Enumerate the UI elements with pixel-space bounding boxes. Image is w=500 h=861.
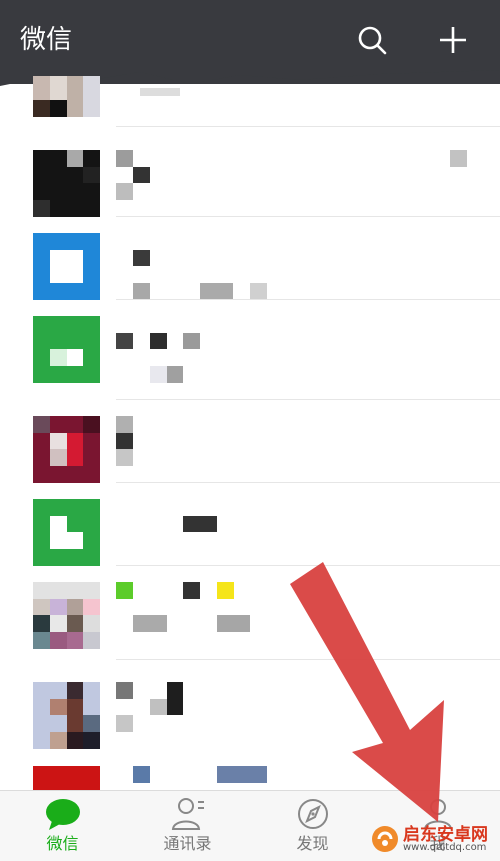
list-item-name	[133, 250, 150, 266]
watermark-logo-icon	[372, 826, 398, 852]
list-item[interactable]	[0, 408, 500, 491]
avatar[interactable]	[33, 316, 100, 383]
list-item[interactable]	[0, 491, 500, 574]
divider	[116, 399, 500, 400]
avatar[interactable]	[33, 233, 100, 300]
plus-icon[interactable]	[435, 22, 471, 58]
list-item-name	[140, 88, 180, 96]
list-item[interactable]	[0, 674, 500, 757]
list-item-time	[450, 150, 467, 167]
avatar[interactable]	[33, 416, 100, 483]
divider	[116, 659, 500, 660]
list-item-name	[183, 516, 217, 532]
tab-discover[interactable]: 发现	[250, 791, 375, 861]
watermark: 启东安卓网 www.qdltdq.com	[370, 820, 500, 860]
compass-icon	[298, 799, 328, 829]
list-item[interactable]	[0, 225, 500, 308]
chat-bubble-icon	[46, 799, 80, 830]
app-title: 微信	[20, 25, 73, 55]
contacts-icon	[171, 798, 204, 830]
avatar[interactable]	[33, 150, 100, 217]
tab-label: 发现	[296, 834, 329, 853]
tab-chats[interactable]: 微信	[0, 791, 125, 861]
divider	[116, 216, 500, 217]
tab-label: 通讯录	[163, 834, 212, 853]
avatar[interactable]	[33, 76, 100, 117]
list-item-name	[116, 582, 133, 599]
tab-contacts[interactable]: 通讯录	[125, 791, 250, 861]
avatar[interactable]	[33, 582, 100, 649]
tab-label: 微信	[46, 834, 79, 853]
list-item-name	[116, 150, 133, 167]
divider	[116, 126, 500, 127]
watermark-url: www.qdltdq.com	[403, 842, 487, 853]
list-item[interactable]	[0, 574, 500, 657]
divider	[116, 299, 500, 300]
divider	[116, 482, 500, 483]
search-icon[interactable]	[354, 22, 390, 58]
divider	[116, 565, 500, 566]
list-item-name	[116, 333, 133, 349]
list-item[interactable]	[0, 308, 500, 391]
list-item[interactable]	[0, 142, 500, 225]
list-item-name	[116, 416, 133, 433]
list-item-name	[116, 682, 133, 699]
avatar[interactable]	[33, 682, 100, 749]
avatar[interactable]	[33, 499, 100, 566]
